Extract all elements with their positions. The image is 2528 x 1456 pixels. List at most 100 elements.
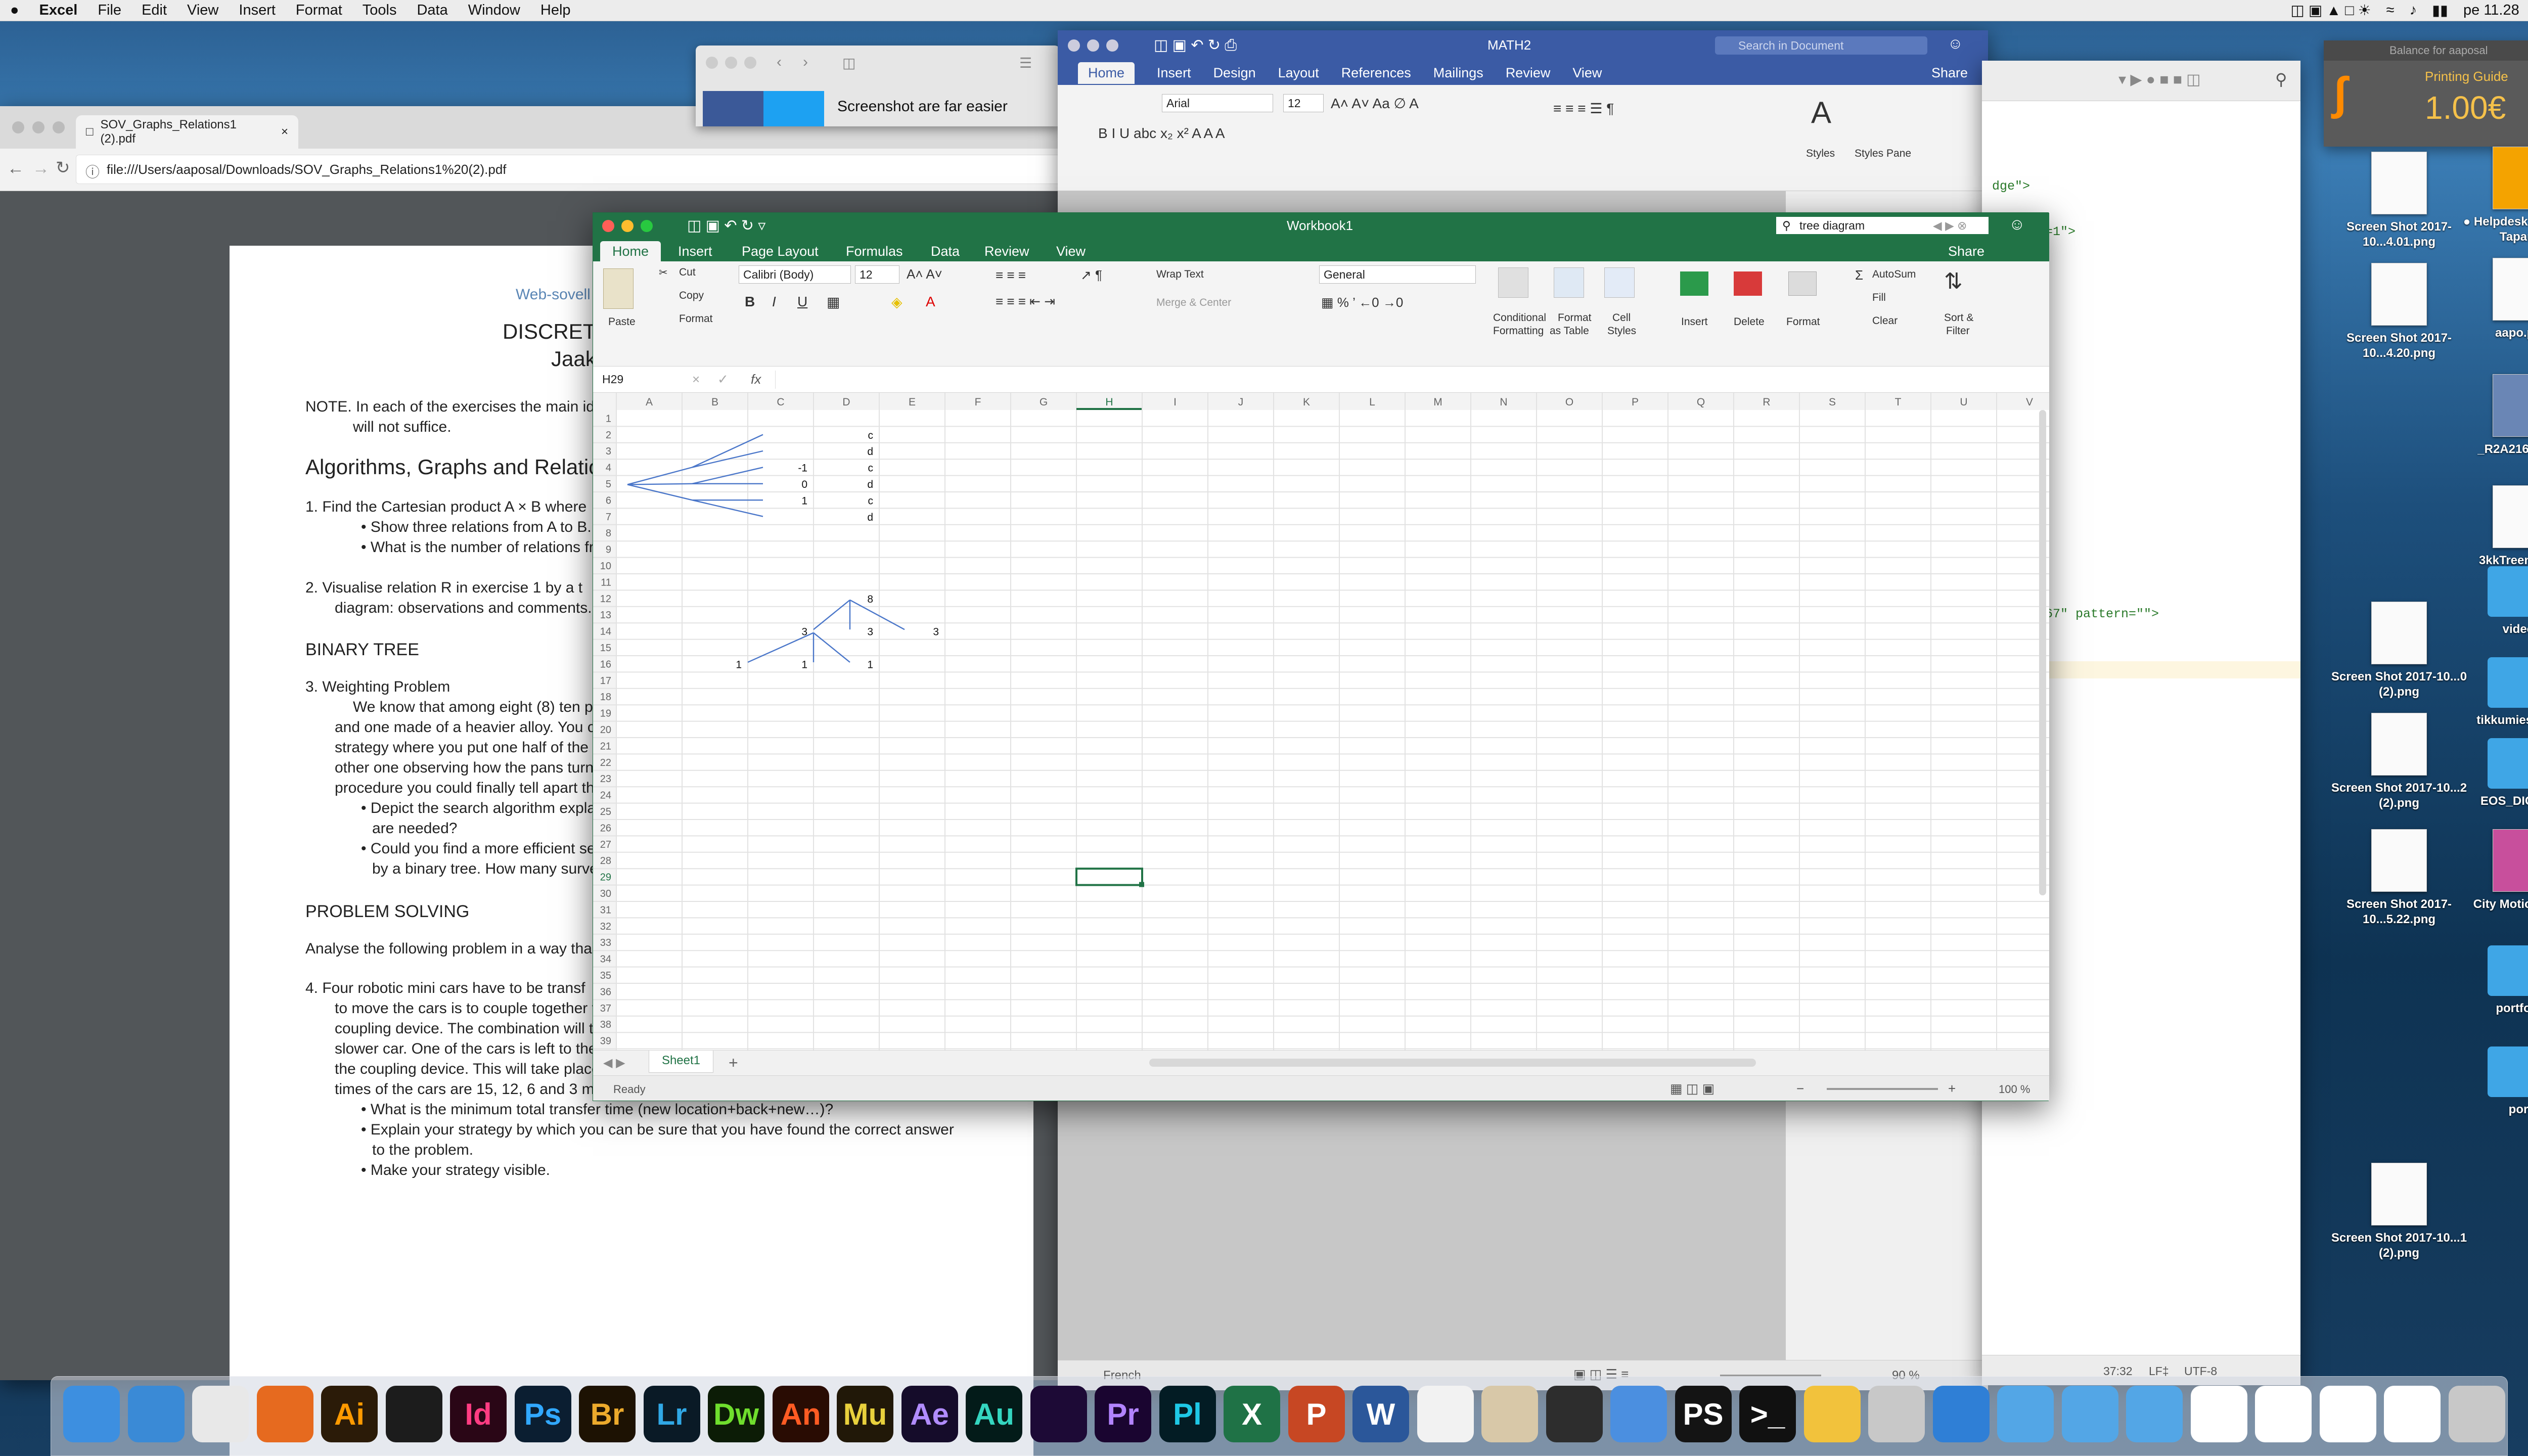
dock-safari-icon[interactable] (127, 1386, 185, 1442)
dock-acrobat-icon[interactable] (385, 1386, 442, 1442)
cell-value[interactable]: 8 (867, 594, 873, 605)
zoom-in-icon[interactable]: + (1948, 1081, 1956, 1097)
tab-review[interactable]: Review (984, 241, 1029, 261)
desktop-icon-help[interactable]: ● Helpdesk - Ilmoita Tapaus (2447, 147, 2528, 245)
zoom-out-icon[interactable]: − (1796, 1081, 1804, 1097)
reload-icon[interactable]: ↻ (56, 158, 70, 178)
paste-icon[interactable] (603, 268, 634, 309)
cell-value[interactable]: 3 (867, 626, 873, 638)
row-header[interactable]: 3 (606, 446, 611, 457)
copy-button[interactable]: Copy (679, 290, 704, 302)
desktop-icon-shot[interactable]: Screen Shot 2017-10...1 (2).png (2326, 1163, 2472, 1261)
column-header[interactable]: S (1829, 396, 1836, 408)
dock-dreamweaver-icon[interactable]: Dw (708, 1386, 764, 1442)
column-header[interactable]: P (1632, 396, 1639, 408)
tab-home[interactable]: Home (1078, 62, 1135, 84)
close-button[interactable] (12, 121, 24, 133)
autosum-button[interactable]: AutoSum (1872, 268, 1916, 281)
number-format-field[interactable]: General (1319, 265, 1476, 284)
minimize-button[interactable] (725, 57, 737, 69)
conditional-formatting-icon[interactable] (1498, 267, 1528, 298)
horizontal-scrollbar[interactable] (1149, 1059, 1756, 1067)
menu-format[interactable]: Format (286, 2, 352, 19)
format-icons[interactable]: A˄ A˅ Aa ∅ A (1331, 95, 1419, 112)
menu-tools[interactable]: Tools (352, 2, 407, 19)
dock-applications-icon[interactable] (1997, 1386, 2054, 1442)
word-search-input[interactable]: Search in Document (1715, 36, 1927, 55)
column-header[interactable]: J (1238, 396, 1244, 408)
format-as-table-icon[interactable] (1554, 267, 1584, 298)
row-header[interactable]: 19 (600, 708, 611, 719)
column-header[interactable]: G (1040, 396, 1048, 408)
zoom-button[interactable] (1106, 39, 1118, 52)
forward-icon[interactable]: › (803, 54, 808, 71)
row-header[interactable]: 7 (606, 512, 611, 523)
format-as-table-label-1[interactable]: Format (1558, 312, 1592, 324)
row-header[interactable]: 16 (600, 659, 611, 670)
column-header[interactable]: N (1500, 396, 1507, 408)
desktop-icon-music[interactable]: City Motion.mp3 (2447, 829, 2528, 912)
fill-handle[interactable] (1139, 882, 1144, 887)
row-header[interactable]: 25 (600, 806, 611, 817)
menu-data[interactable]: Data (407, 2, 458, 19)
cell-value[interactable]: c (868, 495, 874, 507)
dock-trash-icon[interactable] (2448, 1386, 2505, 1442)
row-header[interactable]: 18 (600, 692, 611, 703)
format-cells-button[interactable]: Format (1786, 316, 1820, 328)
align-icons[interactable]: ≡ ≡ ≡ ⇤ ⇥ (996, 294, 1055, 309)
formula-input[interactable] (775, 371, 2029, 389)
row-header[interactable]: 4 (606, 463, 611, 474)
cell-value[interactable]: c (868, 463, 874, 474)
column-header[interactable]: D (842, 396, 850, 408)
column-header[interactable]: V (2026, 396, 2033, 408)
borders-icon[interactable]: ▦ (827, 294, 840, 310)
conditional-formatting-label-2[interactable]: Formatting (1493, 325, 1544, 337)
column-header[interactable]: H (1105, 396, 1113, 408)
dock-network-icon[interactable] (1932, 1386, 1990, 1442)
cell-value[interactable]: 1 (801, 495, 807, 507)
row-header[interactable]: 32 (600, 921, 611, 932)
desktop-icon-folder[interactable]: EOS_DIGITAL (2447, 738, 2528, 809)
column-header[interactable]: C (777, 396, 784, 408)
cell-styles-label-2[interactable]: Styles (1607, 325, 1636, 337)
dock-coda-icon[interactable] (1803, 1386, 1861, 1442)
format-cells-icon[interactable] (1788, 271, 1817, 296)
tab-view[interactable]: View (1572, 65, 1602, 81)
tab-insert[interactable]: Insert (1157, 65, 1191, 81)
row-header[interactable]: 37 (600, 1003, 611, 1014)
cell-value[interactable]: c (868, 430, 874, 441)
clear-button[interactable]: Clear (1872, 315, 1898, 327)
row-header[interactable]: 8 (606, 528, 611, 539)
font-size-field[interactable]: 12 (855, 265, 899, 284)
orientation-icon[interactable]: ↗ ¶ (1080, 267, 1102, 283)
dock-mediaencoder-icon[interactable] (1030, 1386, 1087, 1442)
name-box[interactable]: H29 (598, 371, 665, 389)
dock-bridge-icon[interactable]: Br (579, 1386, 636, 1442)
row-header[interactable]: 38 (600, 1019, 611, 1030)
close-icon[interactable]: × (281, 125, 288, 139)
row-header[interactable]: 6 (606, 495, 611, 506)
dock-animate-icon[interactable]: An (772, 1386, 829, 1442)
row-header[interactable]: 20 (600, 724, 611, 736)
editor-toolbar-icons[interactable]: ▾ ▶ ● ■ ■ ◫ (2118, 71, 2201, 88)
sidebar-icon[interactable]: ◫ (842, 55, 855, 71)
dock-chrome-icon[interactable] (192, 1386, 249, 1442)
menu-edit[interactable]: Edit (131, 2, 177, 19)
dock-excel-icon[interactable]: X (1224, 1386, 1280, 1442)
tab-pdf[interactable]: □ SOV_Graphs_Relations1 (2).pdf × (76, 115, 298, 149)
row-header[interactable]: 35 (600, 970, 611, 981)
row-header[interactable]: 36 (600, 986, 611, 997)
delete-cells-icon[interactable] (1734, 271, 1762, 296)
dock-xcode-icon[interactable] (1610, 1386, 1667, 1442)
column-header[interactable]: F (975, 396, 981, 408)
menu-window[interactable]: Window (458, 2, 530, 19)
row-header[interactable]: 9 (606, 544, 611, 556)
forward-icon[interactable]: → (32, 159, 50, 178)
cell-value[interactable]: d (867, 479, 873, 490)
row-header[interactable]: 28 (600, 855, 611, 867)
dock-lightroom-icon[interactable]: Lr (643, 1386, 700, 1442)
wifi-icon[interactable]: ≈ (2386, 2, 2395, 19)
dock-doc2-icon[interactable] (2255, 1386, 2312, 1442)
desktop-icon-folder[interactable]: portfolio (2447, 945, 2528, 1016)
row-header[interactable]: 17 (600, 675, 611, 687)
